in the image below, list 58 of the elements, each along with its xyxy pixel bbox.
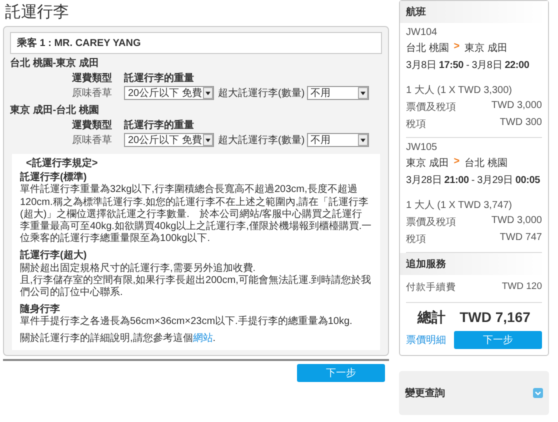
oversize-label: 超大託運行李(數量)	[218, 86, 305, 100]
oversize-label: 超大託運行李(數量)	[218, 134, 305, 147]
fare-amount: TWD 3,000	[491, 100, 542, 113]
caret-icon	[358, 134, 368, 146]
passenger-name: 乘客 1 : MR. CAREY YANG	[10, 32, 382, 54]
column-label: 運費類型	[72, 118, 113, 132]
passenger-fare: 1 大人 (1 X TWD 3,300)	[406, 84, 513, 97]
caret-icon	[203, 134, 213, 146]
section-title: 隨身行李	[20, 304, 61, 316]
panel-title: 變更查詢	[405, 386, 445, 400]
arrow-icon: >	[454, 156, 460, 170]
flight-times: 3月8日 17:50 - 3月8日 22:00	[406, 59, 530, 72]
fare-type-value: 原味香草	[72, 134, 113, 147]
section-title: 託運行李(標準)	[20, 172, 88, 184]
fare-amount: TWD 3,000	[491, 215, 542, 228]
section-header: 航班	[400, 1, 548, 23]
dropdown[interactable]: 20公斤以下 免費	[124, 86, 214, 100]
destination: 東京 成田	[464, 42, 508, 55]
rules-paragraph: 且,行李儲存室的空間有限,如果行李長超出200cm,可能會無法託運.到時請您於我們公司的訂位中心聯系.	[20, 274, 372, 300]
fare-amount: TWD 747	[500, 232, 542, 245]
fare-type-value: 原味香草	[72, 86, 113, 100]
rules-paragraph: 單件託運行李重量為32kg以下,行李圍積總合長寬高不超過203cm,長度不超過120cm.稱之為標準託運行李.如您的託運行李不在上述之範圍內,請在「託運行李(超大)」之欄位選擇欲託運之行李數量. 於本公司網站/客服中心購買之託運行李重量最高可至40kg.如欲購買40kg以上之託運行李,僅限於機場報到櫃檯購買.一位乘客的託運行李總重量限至為100kg以下.	[20, 184, 372, 246]
total-amount: TWD 7,167	[460, 309, 530, 327]
flight-number: JW105	[406, 142, 438, 153]
fare-details-link[interactable]: 票價明細	[406, 333, 446, 347]
fare-label: 票價及稅項	[406, 216, 456, 229]
column-label: 運費類型	[72, 72, 113, 85]
column-label: 託運行李的重量	[124, 118, 195, 132]
fare-label: 稅項	[406, 233, 426, 246]
origin: 台北 桃園	[406, 42, 449, 55]
dropdown[interactable]: 20公斤以下 免費	[124, 133, 214, 147]
website-link[interactable]: 網站	[192, 333, 213, 344]
destination: 台北 桃園	[464, 156, 508, 170]
column-label: 託運行李的重量	[124, 72, 195, 85]
page-title: 託運行李	[5, 2, 70, 23]
route-label: 東京 成田-台北 桃園	[10, 103, 100, 117]
dropdown[interactable]: 不用	[306, 86, 369, 100]
arrow-icon: >	[454, 41, 460, 55]
total-label: 總計	[418, 309, 446, 327]
fee-amount: TWD 120	[502, 281, 542, 294]
footer-note: 關於託運行李的詳細說明,請您參考這個網站.	[20, 333, 217, 346]
rules-paragraph: 單件手提行李之各邊長為56cm×36cm×23cm以下.手提行李的總重量為10kg.	[20, 316, 354, 328]
flight-times: 3月28日 21:00 - 3月29日 00:05	[406, 174, 541, 187]
caret-icon	[203, 87, 213, 99]
rules-paragraph: 關於超出固定規格尺寸的託運行李,需要另外追加收費.	[20, 262, 257, 274]
fare-label: 稅項	[406, 118, 426, 131]
fare-amount: TWD 300	[500, 117, 542, 130]
dropdown[interactable]: 不用	[306, 133, 369, 147]
expand-icon[interactable]	[533, 388, 543, 398]
section-title: 託運行李(超大)	[20, 250, 88, 262]
rules-heading: <託運行李規定>	[26, 158, 99, 170]
fee-label: 付款手續費	[406, 281, 456, 294]
origin: 東京 成田	[406, 156, 449, 170]
fare-label: 票價及稅項	[406, 101, 456, 114]
route-label: 台北 桃園-東京 成田	[10, 56, 100, 70]
passenger-fare: 1 大人 (1 X TWD 3,747)	[406, 198, 513, 212]
flight-number: JW104	[406, 27, 438, 38]
caret-icon	[358, 87, 368, 99]
